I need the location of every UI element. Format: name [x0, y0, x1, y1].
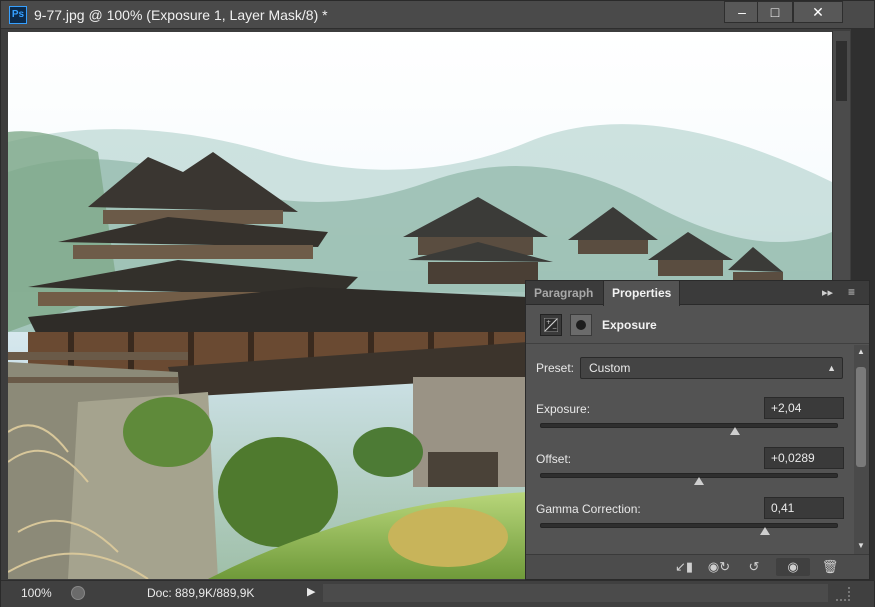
panel-menu-icon[interactable]: ≡: [848, 285, 855, 299]
status-bar: 100% Doc: 889,9K/889,9K ▶: [1, 580, 874, 607]
adjustment-header: + − Exposure: [526, 306, 869, 344]
maximize-button[interactable]: □: [757, 1, 793, 23]
adjustment-title: Exposure: [602, 318, 657, 332]
collapse-panel-icon[interactable]: ▸▸: [822, 286, 833, 299]
gamma-slider-thumb[interactable]: [759, 527, 770, 535]
panel-scroll-thumb[interactable]: [856, 367, 866, 467]
clip-to-layer-icon[interactable]: ↙▮: [672, 558, 696, 576]
view-previous-state-icon[interactable]: ◉↻: [706, 558, 732, 576]
offset-slider-track[interactable]: [540, 473, 838, 485]
tab-paragraph[interactable]: Paragraph: [526, 281, 601, 305]
select-updown-icon: ▲: [827, 363, 836, 373]
panel-tab-bar: Paragraph Properties ▸▸ ≡: [526, 281, 869, 306]
resize-grip-icon[interactable]: [836, 587, 850, 601]
properties-panel: Paragraph Properties ▸▸ ≡ + − Exposure P…: [525, 280, 870, 580]
exposure-value-field[interactable]: +2,04: [764, 397, 844, 419]
document-title: 9-77.jpg @ 100% (Exposure 1, Layer Mask/…: [34, 7, 328, 23]
offset-slider-thumb[interactable]: [693, 477, 704, 485]
preset-select[interactable]: Custom ▲: [580, 357, 843, 379]
preset-label: Preset:: [536, 361, 575, 375]
status-menu-arrow-icon[interactable]: ▶: [307, 585, 315, 598]
reset-icon[interactable]: ↺: [742, 558, 766, 576]
document-size-info: Doc: 889,9K/889,9K: [147, 586, 255, 600]
gamma-label: Gamma Correction:: [536, 502, 641, 516]
canvas-vertical-scroll-thumb[interactable]: [836, 41, 847, 101]
photoshop-logo-icon: Ps: [9, 6, 27, 24]
offset-label: Offset:: [536, 452, 572, 466]
visibility-eye-icon[interactable]: ◉: [776, 558, 810, 576]
panel-scrollbar[interactable]: ▲ ▼: [854, 345, 869, 555]
exposure-slider-track[interactable]: [540, 423, 838, 435]
gamma-value-field[interactable]: 0,41: [764, 497, 844, 519]
exposure-label: Exposure:: [536, 402, 591, 416]
scroll-up-icon[interactable]: ▲: [857, 347, 865, 356]
exposure-slider-thumb[interactable]: [729, 427, 740, 435]
preset-value: Custom: [589, 361, 631, 375]
scroll-down-icon[interactable]: ▼: [857, 541, 865, 550]
svg-text:−: −: [552, 325, 557, 332]
close-button[interactable]: ✕: [793, 1, 843, 23]
document-profile-icon[interactable]: [71, 586, 85, 600]
gamma-slider-track[interactable]: [540, 523, 838, 535]
title-bar[interactable]: Ps 9-77.jpg @ 100% (Exposure 1, Layer Ma…: [1, 1, 874, 29]
adjustment-controls: Preset: Custom ▲ Exposure: +2,04 Offset:…: [526, 345, 853, 555]
panel-footer: ↙▮ ◉↻ ↺ ◉ 🗑: [526, 554, 869, 579]
document-window: Ps 9-77.jpg @ 100% (Exposure 1, Layer Ma…: [0, 0, 875, 607]
svg-text:+: +: [546, 319, 551, 326]
canvas-horizontal-scrollbar[interactable]: [323, 584, 828, 602]
layer-mask-icon[interactable]: [570, 314, 592, 336]
offset-value-field[interactable]: +0,0289: [764, 447, 844, 469]
trash-icon[interactable]: 🗑: [818, 558, 842, 576]
exposure-adjustment-icon[interactable]: + −: [540, 314, 562, 336]
tab-properties[interactable]: Properties: [603, 281, 681, 306]
minimize-button[interactable]: –: [724, 1, 760, 23]
zoom-level[interactable]: 100%: [21, 586, 52, 600]
